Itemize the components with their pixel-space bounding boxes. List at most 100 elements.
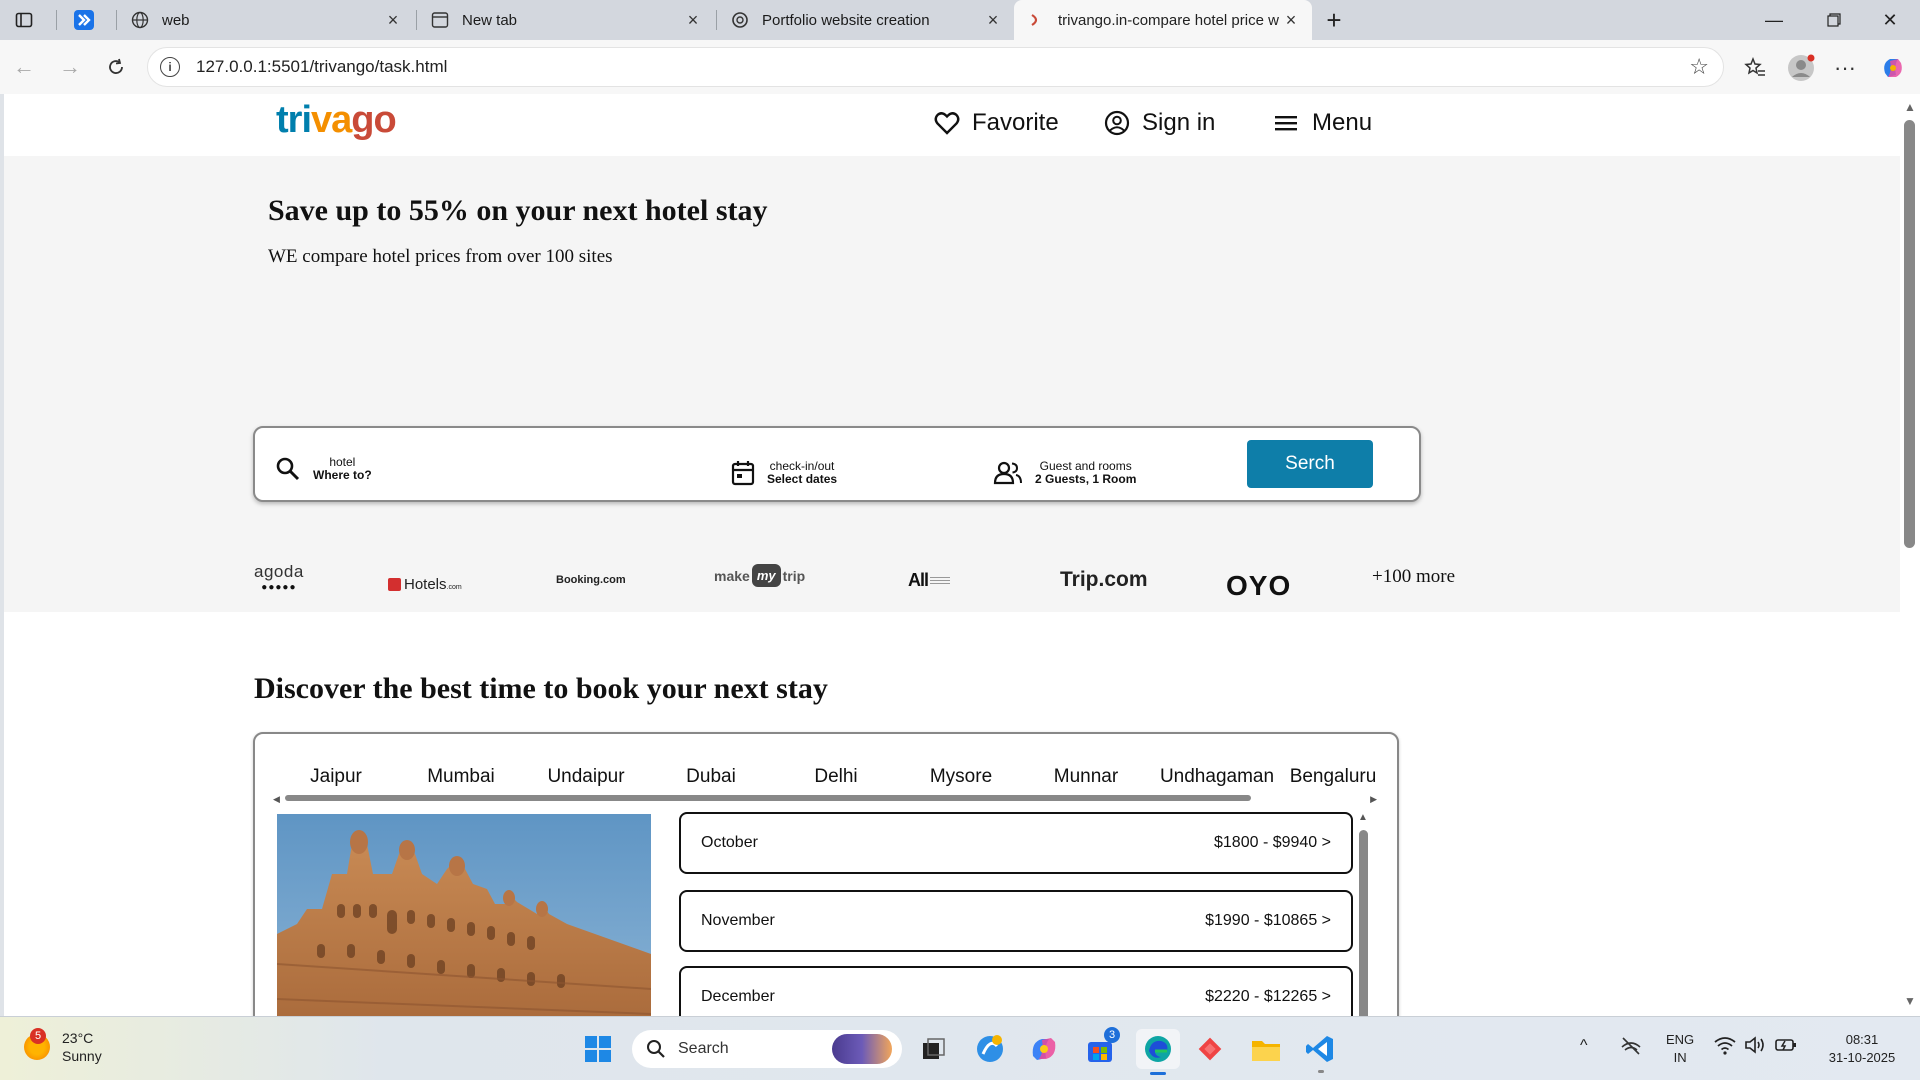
profile-avatar-icon[interactable] (1786, 53, 1816, 83)
tab-title: New tab (462, 11, 518, 29)
city-tab-mumbai[interactable]: Mumbai (401, 766, 521, 788)
calendar-icon (731, 460, 755, 486)
url-text[interactable]: 127.0.0.1:5501/trivango/task.html (196, 57, 447, 77)
close-tab-icon[interactable]: × (384, 10, 402, 30)
scroll-right-icon[interactable]: ▶ (1370, 794, 1377, 805)
city-tab-delhi[interactable]: Delhi (776, 766, 896, 788)
close-tab-icon[interactable]: × (684, 10, 702, 30)
new-tab-plus-icon[interactable]: + (1320, 5, 1348, 35)
tab-trivago[interactable]: trivango.in-compare hotel price w × (1014, 0, 1312, 40)
volume-icon[interactable] (1744, 1035, 1766, 1060)
task-view-icon[interactable] (916, 1031, 952, 1067)
city-tab-undhagaman[interactable]: Undhagaman (1147, 766, 1287, 788)
tab-title: trivango.in-compare hotel price w (1058, 11, 1279, 29)
guests-value: 2 Guests, 1 Room (1035, 472, 1137, 486)
edge-browser-icon[interactable] (1136, 1029, 1180, 1075)
oyo-logo: OYO (1226, 570, 1292, 601)
scroll-up-icon[interactable]: ▲ (1358, 812, 1368, 823)
browser-toolbar: ← → i 127.0.0.1:5501/trivango/task.html … (0, 40, 1920, 94)
favorite-link[interactable]: Favorite (934, 109, 1059, 137)
discover-title: Discover the best time to book your next… (254, 672, 828, 705)
restore-icon[interactable] (1804, 0, 1864, 40)
back-icon[interactable]: ← (8, 51, 40, 83)
close-tab-icon[interactable]: × (984, 10, 1002, 30)
dates-value: Select dates (767, 472, 838, 486)
close-tab-icon[interactable]: × (1282, 10, 1300, 30)
minimize-icon[interactable]: — (1744, 0, 1804, 40)
search-button[interactable]: Serch (1247, 440, 1373, 488)
vscode-icon[interactable] (1302, 1031, 1338, 1073)
dates-field[interactable]: check-in/out Select dates (731, 460, 837, 486)
hotel-search-bar: hotel Where to? check-in/out Select date… (253, 426, 1421, 502)
wifi-icon[interactable] (1714, 1035, 1736, 1060)
file-explorer-icon[interactable] (1248, 1031, 1284, 1067)
month-row-november[interactable]: November $1990 - $10865 > (679, 890, 1353, 952)
tab-actions-icon[interactable] (10, 6, 38, 34)
city-tab-undaipur[interactable]: Undaipur (526, 766, 646, 788)
booking-com-logo: Booking.com (556, 574, 626, 586)
anydesk-icon[interactable] (1192, 1031, 1228, 1067)
trip-com-logo: Trip.com (1060, 568, 1148, 591)
city-tab-bengaluru[interactable]: Bengaluru (1273, 766, 1393, 788)
scroll-up-icon[interactable]: ▲ (1904, 100, 1916, 114)
microsoft-365-icon[interactable] (1026, 1031, 1062, 1067)
city-tab-dubai[interactable]: Dubai (651, 766, 771, 788)
address-bar[interactable]: i 127.0.0.1:5501/trivango/task.html ☆ (147, 47, 1724, 87)
favorites-list-icon[interactable] (1740, 53, 1770, 83)
site-info-icon[interactable]: i (160, 57, 180, 77)
windows-start-icon[interactable] (580, 1031, 616, 1067)
city-tabs-scrollbar[interactable]: ◀ ▶ (273, 794, 1377, 805)
destination-field[interactable]: hotel Where to? (275, 456, 372, 482)
month-price: $1800 - $9940 > (1214, 834, 1331, 851)
more-options-icon[interactable]: ··· (1830, 53, 1860, 83)
partner-logos: agoda ●●●●● Hotels .com Booking.com make … (4, 552, 1900, 612)
guests-field[interactable]: Guest and rooms 2 Guests, 1 Room (993, 460, 1136, 486)
battery-icon[interactable] (1774, 1035, 1798, 1060)
tab-web[interactable]: web × (118, 0, 414, 40)
copilot-icon[interactable] (1878, 53, 1908, 83)
makemytrip-logo: make my trip (714, 564, 805, 587)
new-tab-icon (430, 10, 450, 30)
tab-portfolio[interactable]: Portfolio website creation × (718, 0, 1014, 40)
weather-widget[interactable]: 5 23°C Sunny (24, 1028, 102, 1065)
hero-subtitle: WE compare hotel prices from over 100 si… (268, 246, 613, 267)
month-price: $1990 - $10865 > (1205, 912, 1331, 929)
workspace-icon[interactable] (70, 6, 98, 34)
city-tab-jaipur[interactable]: Jaipur (276, 766, 396, 788)
trivago-logo[interactable]: trivago (276, 99, 397, 142)
sign-in-link[interactable]: Sign in (1104, 109, 1215, 137)
refresh-icon[interactable] (100, 51, 132, 83)
months-scrollbar[interactable]: ▲ (1357, 812, 1371, 1016)
clock[interactable]: 08:31 31-10-2025 (1812, 1031, 1912, 1067)
scrollbar-thumb[interactable] (1359, 830, 1368, 1016)
favorite-star-icon[interactable]: ☆ (1689, 54, 1709, 80)
forward-icon[interactable]: → (54, 51, 86, 83)
close-window-icon[interactable]: ✕ (1860, 0, 1920, 40)
city-photo-jaipur (277, 814, 651, 1016)
browser-tab-bar: web × New tab × Portfolio website creati… (0, 0, 1920, 40)
scroll-down-icon[interactable]: ▼ (1904, 994, 1916, 1008)
menu-button[interactable]: Menu (1274, 109, 1372, 137)
hamburger-menu-icon (1274, 113, 1300, 133)
show-hidden-icons[interactable]: ^ (1580, 1037, 1588, 1055)
language-indicator[interactable]: ENG IN (1666, 1031, 1694, 1067)
notification-badge: 5 (30, 1028, 46, 1044)
month-name: October (701, 834, 758, 851)
month-row-december[interactable]: December $2220 - $12265 > (679, 966, 1353, 1016)
page-scrollbar[interactable]: ▲ ▼ (1900, 94, 1920, 1016)
microsoft-store-icon[interactable]: 3 (1082, 1027, 1120, 1067)
city-tab-munnar[interactable]: Munnar (1026, 766, 1146, 788)
scrollbar-thumb[interactable] (1904, 120, 1915, 548)
scroll-left-icon[interactable]: ◀ (273, 794, 280, 805)
more-partners-link[interactable]: +100 more (1372, 566, 1455, 588)
tab-new-tab[interactable]: New tab × (418, 0, 714, 40)
copilot-app-icon[interactable] (972, 1031, 1008, 1067)
scrollbar-thumb[interactable] (285, 795, 1251, 801)
openai-icon (730, 10, 750, 30)
destination-value: Where to? (313, 468, 372, 482)
month-row-october[interactable]: October $1800 - $9940 > (679, 812, 1353, 874)
city-tab-mysore[interactable]: Mysore (901, 766, 1021, 788)
sun-icon: 5 (24, 1028, 50, 1060)
taskbar-search-box[interactable]: Search (632, 1030, 902, 1068)
network-offline-icon[interactable] (1620, 1035, 1642, 1062)
